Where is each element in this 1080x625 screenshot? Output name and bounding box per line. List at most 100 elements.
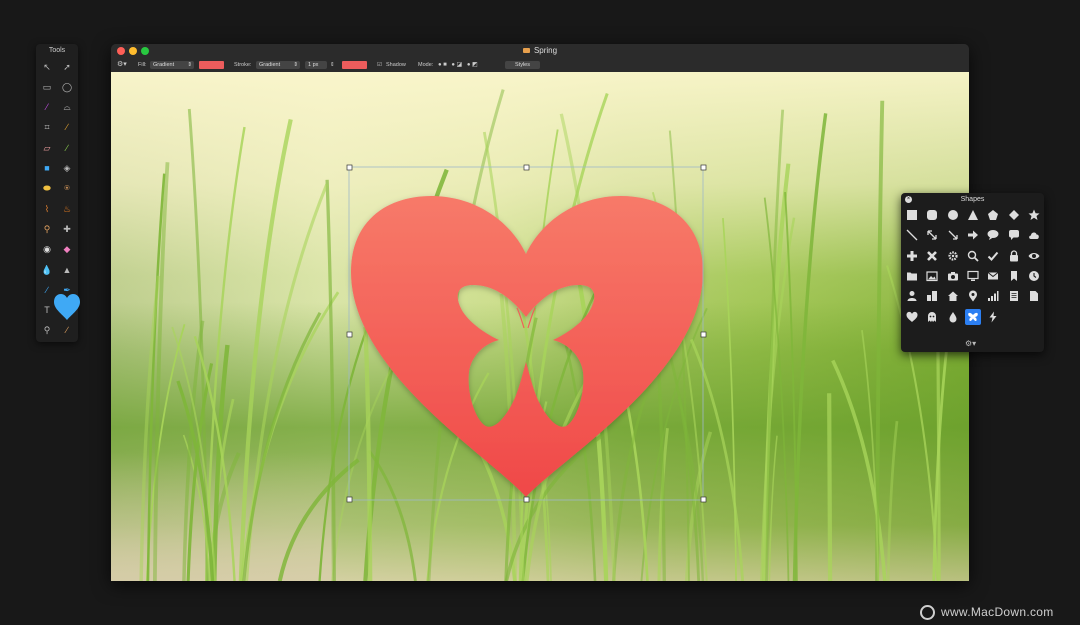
sharpen-icon[interactable]: ▲ xyxy=(60,263,74,277)
arrow-line-icon[interactable] xyxy=(945,227,961,243)
shape-rect-icon[interactable]: ■ xyxy=(40,162,54,176)
eraser-icon[interactable]: ▱ xyxy=(40,141,54,155)
document-icon[interactable] xyxy=(1006,288,1022,304)
plus-icon[interactable] xyxy=(904,248,920,264)
home-icon[interactable] xyxy=(945,288,961,304)
folder-icon[interactable] xyxy=(904,268,920,284)
fill-color-swatch[interactable] xyxy=(199,61,224,69)
styles-button[interactable]: Styles xyxy=(505,61,540,69)
crop-icon[interactable]: ⌗ xyxy=(40,121,54,135)
chevron-updown-icon: ⇕ xyxy=(187,62,192,68)
ellipse-fill-icon[interactable]: ⬬ xyxy=(40,182,54,196)
line-icon[interactable] xyxy=(904,227,920,243)
clone-icon[interactable]: ⚲ xyxy=(40,222,54,236)
title-bar: Spring xyxy=(111,44,969,58)
eye-icon[interactable] xyxy=(1026,248,1042,264)
shadow-label: Shadow xyxy=(386,62,406,68)
stamp-icon[interactable]: ⍟ xyxy=(60,182,74,196)
person-icon[interactable] xyxy=(904,288,920,304)
droplet-icon[interactable]: 💧 xyxy=(40,263,54,277)
burn-icon[interactable]: ♨ xyxy=(60,202,74,216)
paint-bucket-icon[interactable]: ◈ xyxy=(60,162,74,176)
shapes-settings-gear-icon[interactable]: ⚙▾ xyxy=(965,339,976,348)
diamond-icon[interactable] xyxy=(1006,207,1022,223)
fill-type-dropdown[interactable]: Gradient ⇕ xyxy=(150,61,194,69)
page-icon[interactable] xyxy=(1026,288,1042,304)
stroke-width-stepper-icon[interactable]: ⇕ xyxy=(330,61,335,69)
arrow-right-icon[interactable] xyxy=(965,227,981,243)
window-title: Spring xyxy=(111,46,969,55)
smudge-icon[interactable]: ◆ xyxy=(60,243,74,257)
checkmark-icon[interactable] xyxy=(985,248,1001,264)
eye-icon[interactable]: ◉ xyxy=(40,243,54,257)
stroke-width-value: 1 px xyxy=(308,62,319,68)
heart-shape-icon[interactable] xyxy=(52,292,82,322)
watermark: www.MacDown.com xyxy=(920,603,1054,621)
double-arrow-icon[interactable] xyxy=(924,227,940,243)
heart-icon[interactable] xyxy=(904,309,920,325)
toolbar: ⚙▾ Fill: Gradient ⇕ Stroke: Gradient ⇕ 1 p… xyxy=(111,58,969,73)
mode-label: Mode: xyxy=(418,62,434,68)
mail-icon[interactable] xyxy=(985,268,1001,284)
pin-icon[interactable] xyxy=(965,288,981,304)
heart-shape[interactable] xyxy=(111,72,969,581)
tools-panel: Tools ↖ ➚ ▭ ◯ ⁄ ⌓ ⌗ ∕ ▱ ∕ ■ ◈ ⬬ ⍟ ⌇ ♨ ⚲ ✚ ◉ ◆ 💧 ▲ ∕ ✒ T ⚲ ∕ xyxy=(36,44,80,342)
speech-bubble-icon[interactable] xyxy=(985,227,1001,243)
shapes-panel: × Shapes ⚙▾ xyxy=(901,193,1044,352)
image-icon[interactable] xyxy=(924,268,940,284)
arrow-select-icon[interactable]: ↖ xyxy=(40,60,54,74)
rounded-square-icon[interactable] xyxy=(924,207,940,223)
lightning-icon[interactable] xyxy=(985,309,1001,325)
direct-select-icon[interactable]: ➚ xyxy=(60,60,74,74)
repair-icon[interactable]: ✚ xyxy=(60,222,74,236)
lasso-icon[interactable]: ⌓ xyxy=(60,101,74,115)
main-window: Spring ⚙▾ Fill: Gradient ⇕ Stroke: Gradie… xyxy=(111,44,969,581)
ghost-icon[interactable] xyxy=(924,309,940,325)
camera-icon[interactable] xyxy=(945,268,961,284)
gear-menu-icon[interactable]: ⚙▾ xyxy=(117,61,127,69)
x-icon[interactable] xyxy=(924,248,940,264)
droplet-icon[interactable] xyxy=(945,309,961,325)
clock-icon[interactable] xyxy=(1026,268,1042,284)
document-icon xyxy=(522,48,530,54)
watermark-text: www.MacDown.com xyxy=(941,605,1054,619)
butterfly-icon[interactable] xyxy=(964,308,981,325)
square-icon[interactable] xyxy=(904,207,920,223)
stroke-width-field[interactable]: 1 px xyxy=(305,61,327,69)
mode-options[interactable]: ●■ ●◪ ●◩ xyxy=(438,61,479,69)
color-picker-icon[interactable]: ∕ xyxy=(60,324,74,338)
stroke-color-swatch[interactable] xyxy=(342,61,367,69)
zoom-icon[interactable]: ⚲ xyxy=(40,324,54,338)
circle-icon[interactable] xyxy=(945,207,961,223)
shadow-checkbox[interactable]: ☑ xyxy=(377,61,382,69)
search-icon[interactable] xyxy=(965,248,981,264)
chat-bubble-icon[interactable] xyxy=(1006,227,1022,243)
brush-icon[interactable]: ⌇ xyxy=(40,202,54,216)
triangle-icon[interactable] xyxy=(965,207,981,223)
fill-label: Fill: xyxy=(138,62,147,68)
gear-icon[interactable] xyxy=(945,248,961,264)
fill-type-value: Gradient xyxy=(153,62,175,68)
signal-icon[interactable] xyxy=(985,288,1001,304)
tools-panel-title: Tools xyxy=(48,47,66,54)
monitor-icon[interactable] xyxy=(965,268,981,284)
stroke-type-value: Gradient xyxy=(259,62,281,68)
stroke-type-dropdown[interactable]: Gradient ⇕ xyxy=(256,61,300,69)
rect-select-icon[interactable]: ▭ xyxy=(40,80,54,94)
magic-wand-icon[interactable]: ⁄ xyxy=(40,101,54,115)
shapes-panel-title: Shapes xyxy=(960,196,985,203)
lock-icon[interactable] xyxy=(1006,248,1022,264)
pencil-icon[interactable]: ∕ xyxy=(60,141,74,155)
cloud-icon[interactable] xyxy=(1026,227,1042,243)
buildings-icon[interactable] xyxy=(924,288,940,304)
ellipse-select-icon[interactable]: ◯ xyxy=(60,80,74,94)
pentagon-icon[interactable] xyxy=(985,207,1001,223)
stroke-label: Stroke: xyxy=(234,62,252,68)
bookmark-icon[interactable] xyxy=(1006,268,1022,284)
window-title-text: Spring xyxy=(533,46,558,55)
star-icon[interactable] xyxy=(1026,207,1042,223)
eyedropper-icon[interactable]: ∕ xyxy=(60,121,74,135)
canvas-area[interactable] xyxy=(111,72,969,581)
macdown-logo-icon xyxy=(920,604,935,620)
styles-button-label: Styles xyxy=(515,62,530,68)
